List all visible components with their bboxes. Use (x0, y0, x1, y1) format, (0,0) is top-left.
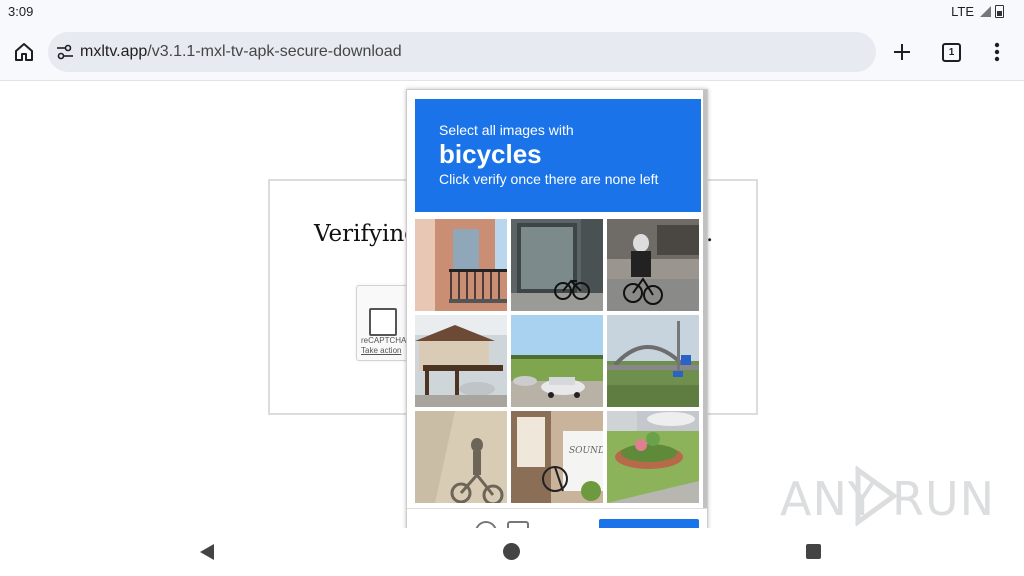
recaptcha-checkbox[interactable] (369, 308, 397, 336)
status-bar: 3:09 LTE (0, 0, 1024, 24)
home-icon (15, 43, 33, 61)
status-time: 3:09 (8, 4, 34, 19)
watermark-text-right: RUN (892, 472, 996, 526)
home-button[interactable] (12, 40, 36, 64)
recaptcha-take-action-link[interactable]: Take action (361, 346, 401, 355)
recaptcha-challenge-popup: Select all images with bicycles Click ve… (406, 89, 708, 559)
url-text[interactable]: mxltv.app/v3.1.1-mxl-tv-apk-secure-downl… (80, 43, 402, 61)
image-tile-parked-cars[interactable] (511, 315, 603, 407)
image-grid: SOUNDA (415, 219, 701, 505)
status-indicators: LTE (951, 4, 1004, 19)
challenge-keyword: bicycles (439, 139, 542, 169)
new-tab-icon (894, 44, 910, 60)
new-tab-button[interactable] (890, 40, 914, 64)
browser-toolbar: mxltv.app/v3.1.1-mxl-tv-apk-secure-downl… (0, 24, 1024, 81)
url-path: /v3.1.1-mxl-tv-apk-secure-download (147, 43, 402, 60)
system-navigation-bar (0, 528, 1024, 576)
site-settings-icon[interactable] (56, 44, 74, 60)
overflow-menu-icon (994, 42, 1000, 62)
address-bar[interactable]: mxltv.app/v3.1.1-mxl-tv-apk-secure-downl… (48, 32, 876, 72)
signal-icon (980, 6, 991, 17)
image-tile-balcony[interactable] (415, 219, 507, 311)
challenge-header: Select all images with bicycles Click ve… (415, 99, 701, 212)
challenge-scrollbar[interactable] (703, 90, 707, 508)
tab-switcher-button[interactable]: 1 (942, 43, 961, 62)
back-icon[interactable] (200, 544, 214, 560)
anyrun-watermark: ANY RUN (780, 466, 994, 526)
battery-icon (995, 5, 1004, 18)
image-tile-doorway-bicycle[interactable]: SOUNDA (511, 411, 603, 503)
image-tile-shadow-cyclist[interactable] (415, 411, 507, 503)
network-label: LTE (951, 4, 974, 19)
challenge-instruction: Select all images with (439, 122, 574, 138)
url-host: mxltv.app (80, 43, 148, 60)
recaptcha-label: reCAPTCHA (361, 336, 407, 345)
image-tile-cyclist[interactable] (607, 219, 699, 311)
challenge-hint: Click verify once there are none left (439, 171, 659, 187)
overflow-menu-button[interactable] (994, 42, 1000, 62)
image-tile-roundabout[interactable] (607, 411, 699, 503)
home-nav-icon[interactable] (503, 543, 520, 560)
image-tile-bridge[interactable] (607, 315, 699, 407)
recents-icon[interactable] (806, 544, 821, 559)
image-tile-shop-bicycle[interactable] (511, 219, 603, 311)
page-title: Verifying (314, 221, 419, 247)
image-tile-carport[interactable] (415, 315, 507, 407)
svg-text:SOUNDA: SOUNDA (569, 446, 603, 456)
